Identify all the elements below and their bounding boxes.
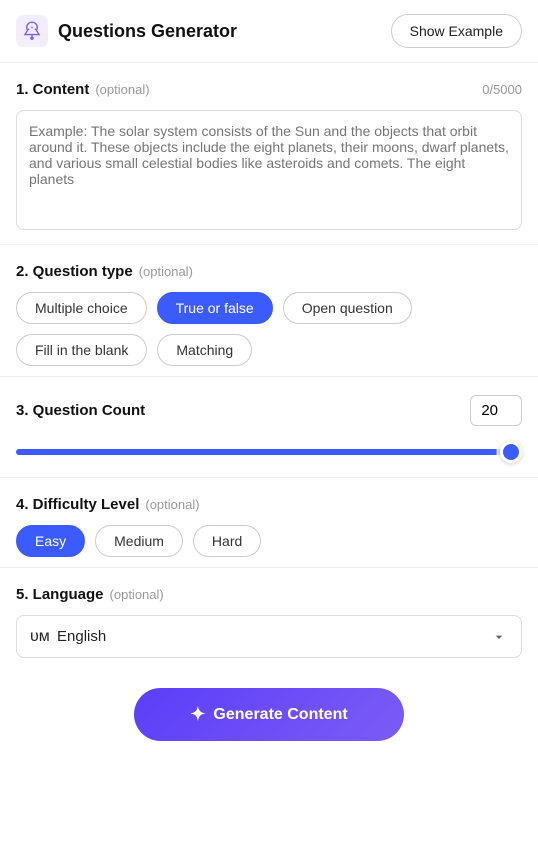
question-count-slider[interactable] xyxy=(16,449,522,455)
language-optional: (optional) xyxy=(110,587,164,602)
question-type-label: 2. Question type (optional) xyxy=(16,263,522,280)
question-count-input[interactable] xyxy=(470,395,522,426)
slider-container xyxy=(16,438,522,467)
question-count-label: 3. Question Count xyxy=(16,402,145,419)
difficulty-section: 4. Difficulty Level (optional) Easy Medi… xyxy=(0,478,538,568)
chip-easy[interactable]: Easy xyxy=(16,525,85,557)
sparkle-icon: ✦ xyxy=(190,704,205,725)
question-type-optional: (optional) xyxy=(139,264,193,279)
generate-button-label: Generate Content xyxy=(213,706,347,724)
question-type-section: 2. Question type (optional) Multiple cho… xyxy=(0,245,538,377)
chip-multiple-choice[interactable]: Multiple choice xyxy=(16,292,147,324)
content-textarea[interactable] xyxy=(16,110,522,230)
brain-icon xyxy=(16,15,48,47)
question-count-section: 3. Question Count xyxy=(0,377,538,478)
header: Questions Generator Show Example xyxy=(0,0,538,63)
difficulty-chips: Easy Medium Hard xyxy=(16,525,522,557)
generate-btn-row: ✦ Generate Content xyxy=(0,668,538,761)
header-left: Questions Generator xyxy=(16,15,237,47)
show-example-button[interactable]: Show Example xyxy=(391,14,522,48)
language-select[interactable]: English Spanish French German Portuguese… xyxy=(16,615,522,658)
chip-matching[interactable]: Matching xyxy=(157,334,252,366)
language-label: 5. Language (optional) xyxy=(16,586,522,603)
content-label: 1. Content (optional) 0/5000 xyxy=(16,81,522,98)
difficulty-optional: (optional) xyxy=(145,497,199,512)
question-count-row: 3. Question Count xyxy=(16,395,522,426)
language-section: 5. Language (optional) υм English Spanis… xyxy=(0,568,538,668)
question-type-chips: Multiple choice True or false Open quest… xyxy=(16,292,522,366)
chip-medium[interactable]: Medium xyxy=(95,525,183,557)
difficulty-label: 4. Difficulty Level (optional) xyxy=(16,496,522,513)
content-count: 0/5000 xyxy=(482,82,522,97)
generate-button[interactable]: ✦ Generate Content xyxy=(134,688,404,741)
chip-open-question[interactable]: Open question xyxy=(283,292,412,324)
page-title: Questions Generator xyxy=(58,21,237,42)
chip-fill-in-the-blank[interactable]: Fill in the blank xyxy=(16,334,147,366)
chip-hard[interactable]: Hard xyxy=(193,525,261,557)
language-select-wrapper: υм English Spanish French German Portugu… xyxy=(16,615,522,658)
content-optional: (optional) xyxy=(95,82,149,97)
chip-true-or-false[interactable]: True or false xyxy=(157,292,273,324)
content-section: 1. Content (optional) 0/5000 xyxy=(0,63,538,245)
